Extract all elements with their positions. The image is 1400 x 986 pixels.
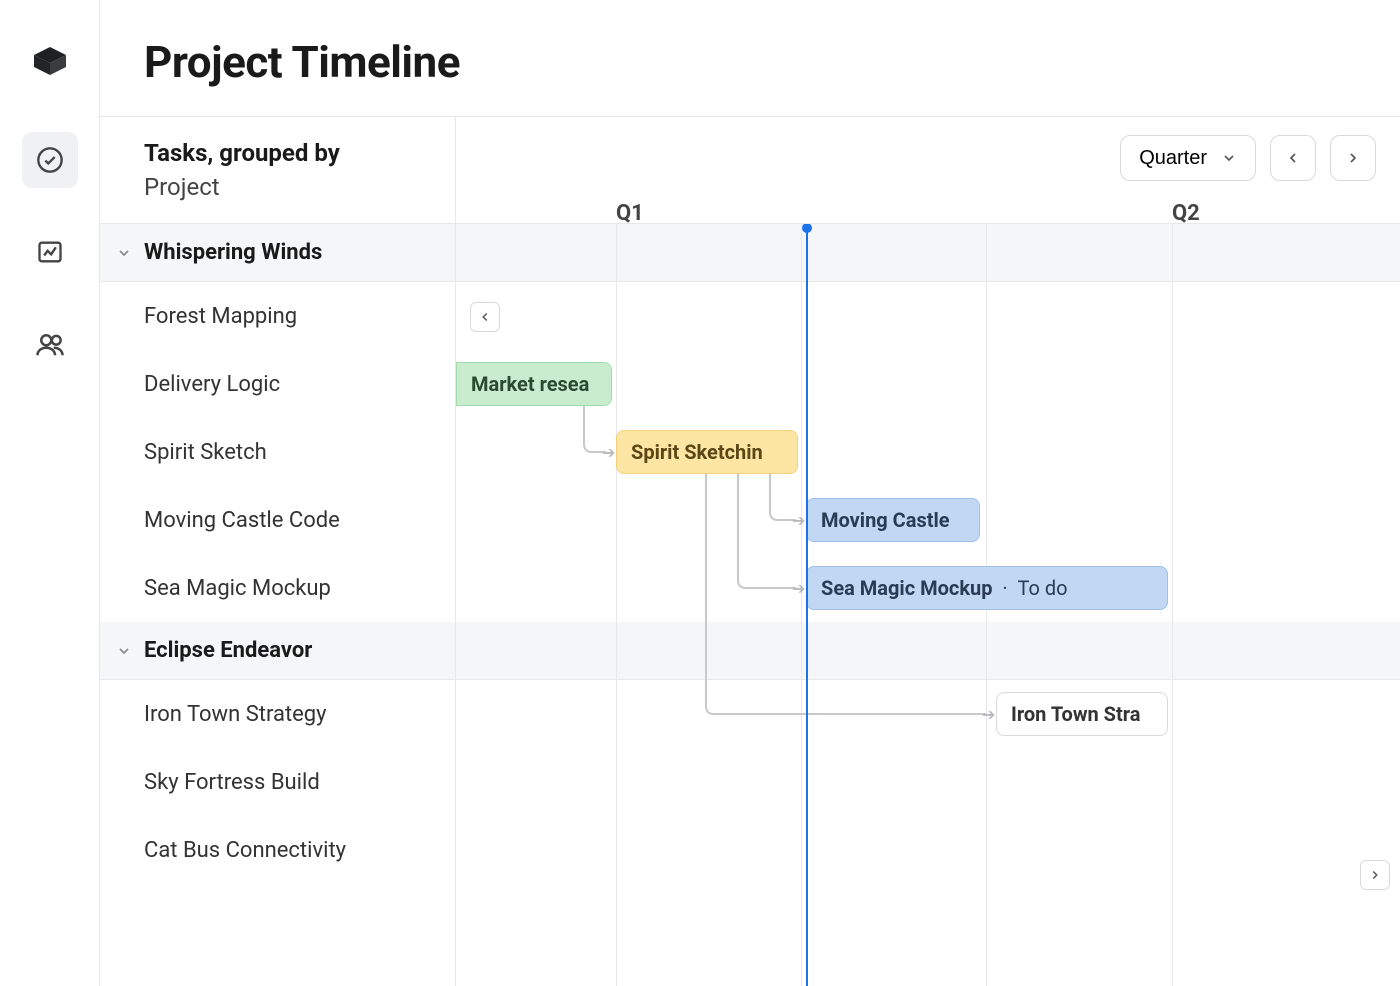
group-row[interactable]: Eclipse Endeavor <box>100 622 455 680</box>
quarter-label: Q2 <box>1172 201 1200 226</box>
gantt-bar-label: Market resea <box>471 372 589 396</box>
chevron-left-icon <box>1285 150 1301 166</box>
sidebar-reports-button[interactable] <box>22 224 78 280</box>
grouping-header: Tasks, grouped by Project <box>100 117 456 223</box>
gantt-bar[interactable]: Spirit Sketchin <box>616 430 798 474</box>
sidebar-tasks-button[interactable] <box>22 132 78 188</box>
gantt-bar[interactable]: Market resea <box>456 362 612 406</box>
gantt-bar-label: Spirit Sketchin <box>631 440 763 464</box>
page-title: Project Timeline <box>144 36 1356 88</box>
task-list-column: Whispering Winds Forest MappingDelivery L… <box>100 224 456 986</box>
task-track-row <box>456 748 1400 816</box>
app-logo <box>29 40 71 82</box>
task-row[interactable]: Cat Bus Connectivity <box>100 816 455 884</box>
timeline-next-button[interactable] <box>1330 135 1376 181</box>
timeline-body: Whispering Winds Forest MappingDelivery L… <box>100 224 1400 986</box>
task-track-row <box>456 816 1400 884</box>
timeline-header: Quarter Q1Q2JanFebMarApr <box>456 117 1400 223</box>
page-header: Project Timeline <box>100 0 1400 117</box>
grouping-label-line1: Tasks, grouped by <box>144 139 411 167</box>
task-row[interactable]: Spirit Sketch <box>100 418 455 486</box>
sidebar-team-button[interactable] <box>22 316 78 372</box>
main-content: Project Timeline Tasks, grouped by Proje… <box>100 0 1400 986</box>
zoom-select[interactable]: Quarter <box>1120 135 1256 181</box>
task-row[interactable]: Delivery Logic <box>100 350 455 418</box>
collapse-icon <box>116 245 132 261</box>
grouping-label-line2: Project <box>144 173 411 201</box>
today-indicator <box>806 224 808 986</box>
dependency-arrow-icon: ➔ <box>602 443 615 462</box>
task-row[interactable]: Sea Magic Mockup <box>100 554 455 622</box>
task-row[interactable]: Iron Town Strategy <box>100 680 455 748</box>
timeline-prev-button[interactable] <box>1270 135 1316 181</box>
task-row[interactable]: Sky Fortress Build <box>100 748 455 816</box>
dependency-connector <box>704 472 998 726</box>
collapse-icon <box>116 643 132 659</box>
timeline-toolbar: Quarter <box>1120 135 1376 181</box>
timeline-chart-area: Market reseaSpirit SketchinMoving Castle… <box>456 224 1400 986</box>
group-name: Eclipse Endeavor <box>144 638 312 663</box>
scroll-forward-button[interactable] <box>1360 860 1390 890</box>
gantt-bar-label: Iron Town Stra <box>1011 702 1140 726</box>
group-track-row <box>456 224 1400 282</box>
app-sidebar <box>0 0 100 986</box>
task-row[interactable]: Moving Castle Code <box>100 486 455 554</box>
chevron-right-icon <box>1345 150 1361 166</box>
task-track-row <box>456 282 1400 350</box>
chevron-down-icon <box>1221 150 1237 166</box>
gantt-bar[interactable]: Iron Town Stra <box>996 692 1168 736</box>
zoom-select-label: Quarter <box>1139 147 1207 170</box>
group-name: Whispering Winds <box>144 240 322 265</box>
quarter-label: Q1 <box>616 201 644 226</box>
dependency-arrow-icon: ➔ <box>982 705 995 724</box>
group-row[interactable]: Whispering Winds <box>100 224 455 282</box>
task-row[interactable]: Forest Mapping <box>100 282 455 350</box>
controls-row: Tasks, grouped by Project Quarter <box>100 117 1400 224</box>
gantt-bar-status: To do <box>1018 576 1068 600</box>
reveal-left-button[interactable] <box>470 302 500 332</box>
